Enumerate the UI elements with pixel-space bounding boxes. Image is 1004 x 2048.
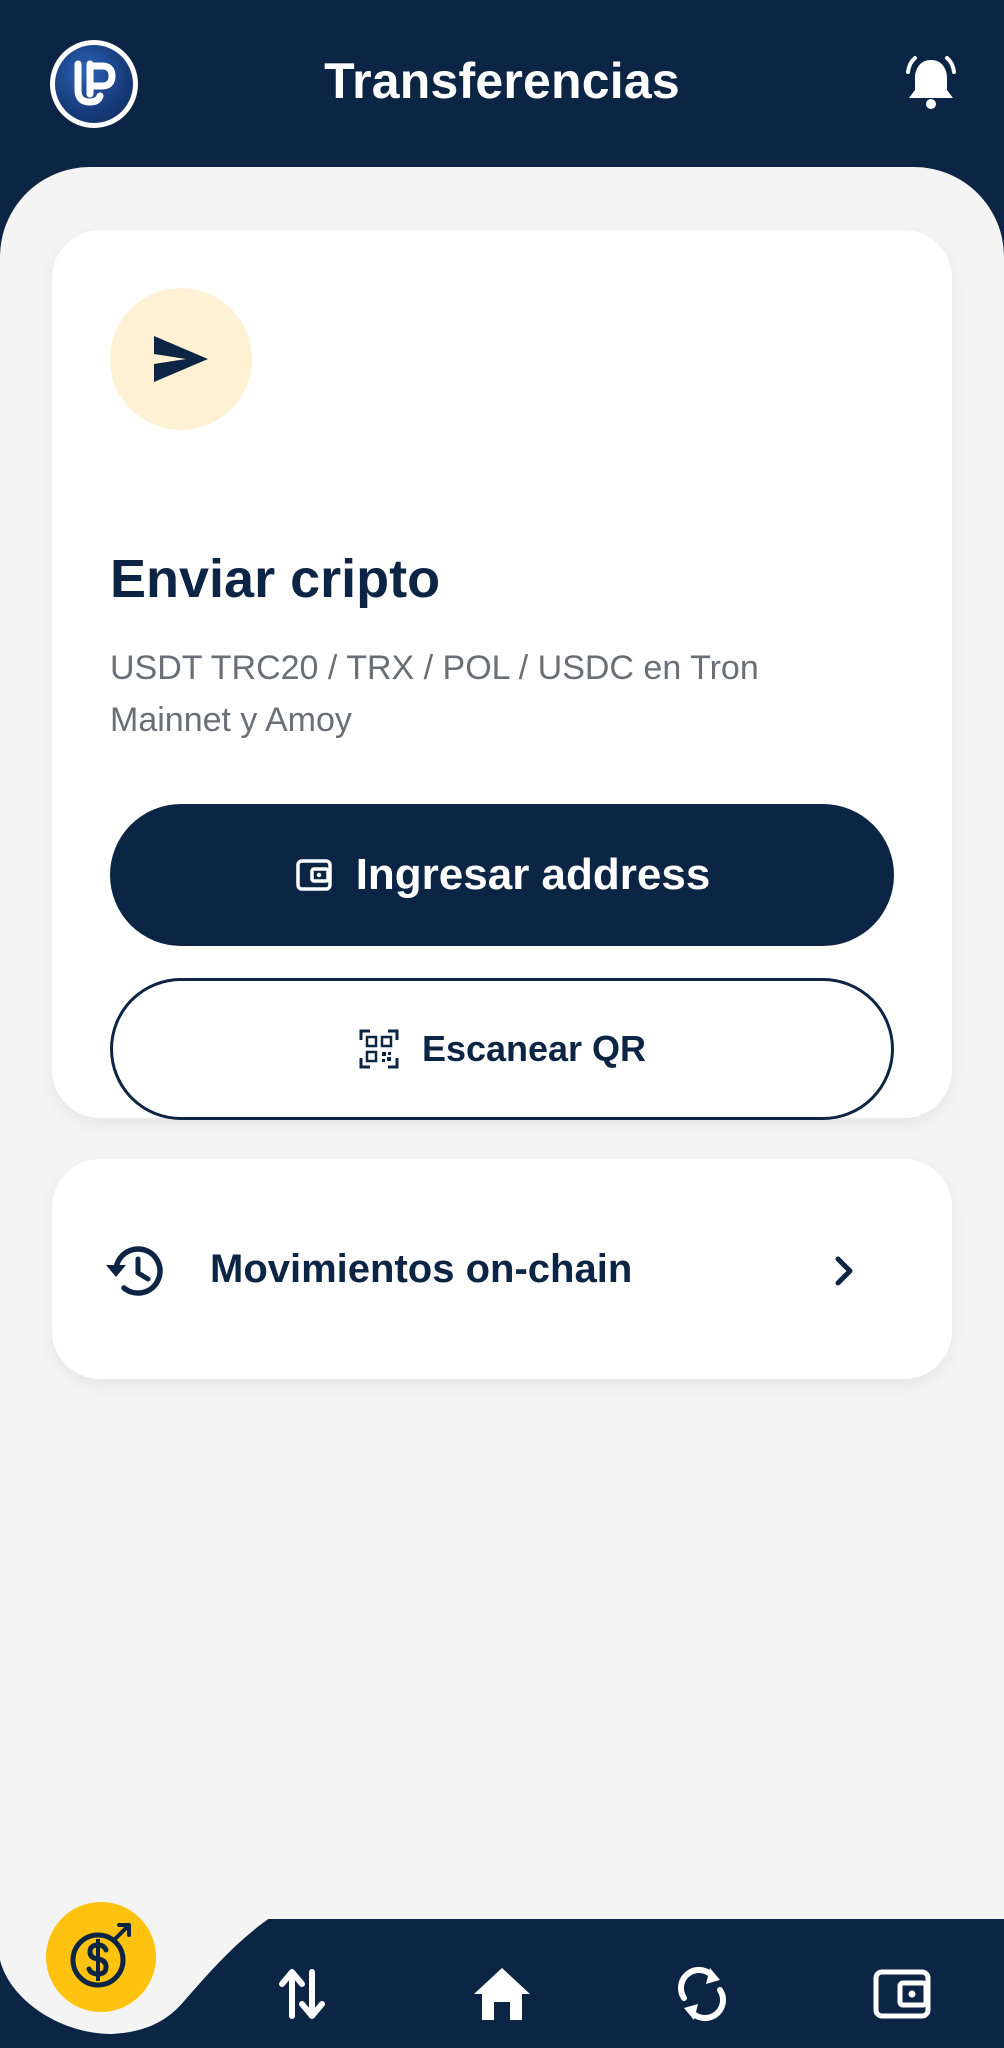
bell-ringing-icon [906, 56, 956, 109]
nav-home[interactable] [462, 1954, 542, 2034]
onchain-movements-label: Movimientos on-chain [210, 1247, 633, 1291]
arrows-transfer-icon [279, 1969, 325, 2019]
dollar-send-icon [70, 1923, 131, 1988]
onchain-movements-item[interactable]: Movimientos on-chain [52, 1159, 952, 1379]
content-sheet: Enviar cripto USDT TRC20 / TRX / POL / U… [0, 167, 1004, 1919]
enter-address-button[interactable]: Ingresar address [110, 804, 894, 946]
send-crypto-card: Enviar cripto USDT TRC20 / TRX / POL / U… [52, 230, 952, 1120]
nav-transfers[interactable] [262, 1954, 342, 2034]
enter-address-label: Ingresar address [355, 850, 711, 899]
wallet-icon [873, 1969, 931, 2019]
scan-qr-label: Escanear QR [421, 1028, 647, 1069]
nav-exchange[interactable] [662, 1954, 742, 2034]
top-bar: Transferencias [0, 0, 1004, 170]
payments-fab[interactable] [46, 1902, 156, 2012]
home-icon [474, 1968, 530, 2020]
chevron-right-icon [835, 1256, 853, 1286]
app-screen: Transferencias Enviar cripto USDT TRC20 … [0, 0, 1004, 2048]
send-subtitle: USDT TRC20 / TRX / POL / USDC en Tron Ma… [110, 649, 759, 739]
send-arrow-icon [154, 336, 208, 382]
history-icon [106, 1246, 163, 1296]
nav-wallet[interactable] [862, 1954, 942, 2034]
page-title: Transferencias [324, 53, 680, 109]
qr-code-icon [359, 1029, 399, 1069]
send-title: Enviar cripto [110, 549, 441, 609]
scan-qr-button[interactable]: Escanear QR [110, 978, 894, 1120]
send-badge [110, 288, 252, 430]
wallet-icon [295, 859, 332, 891]
notifications-button[interactable] [898, 50, 964, 116]
refresh-icon [677, 1967, 727, 2021]
